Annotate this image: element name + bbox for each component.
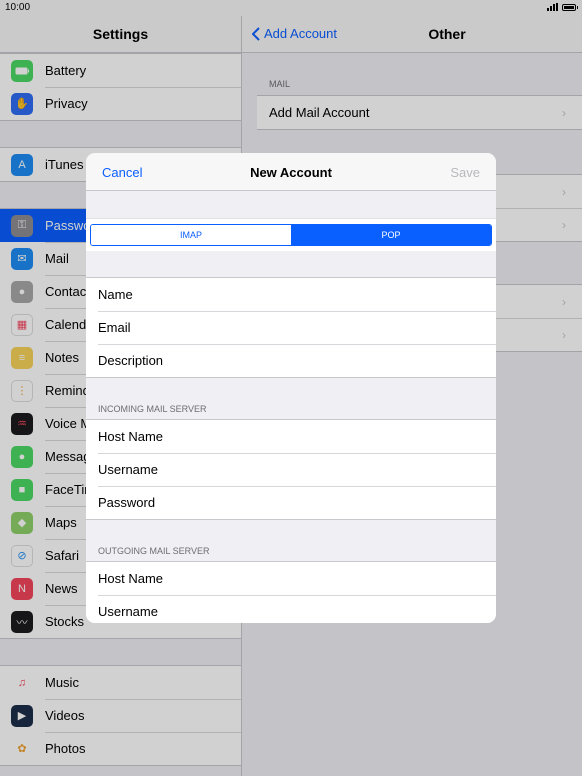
sheet-navbar: Cancel New Account Save (86, 153, 496, 191)
segment-imap[interactable]: IMAP (91, 225, 291, 245)
save-button[interactable]: Save (450, 165, 480, 180)
outgoing-username-field[interactable]: Username (86, 595, 496, 623)
outgoing-server-group: Host Name Username (86, 561, 496, 623)
sheet-title: New Account (250, 165, 332, 180)
outgoing-host-name-field[interactable]: Host Name (86, 562, 496, 595)
incoming-server-group: Host Name Username Password (86, 419, 496, 520)
email-field[interactable]: Email (86, 311, 496, 344)
name-field[interactable]: Name (86, 278, 496, 311)
incoming-server-label: INCOMING MAIL SERVER (98, 404, 207, 414)
protocol-segment-container: IMAP POP (86, 218, 496, 251)
incoming-password-field[interactable]: Password (86, 486, 496, 519)
new-account-sheet: Cancel New Account Save IMAP POP Name Em… (86, 153, 496, 623)
segment-pop[interactable]: POP (291, 225, 491, 245)
outgoing-server-label: OUTGOING MAIL SERVER (98, 546, 210, 556)
protocol-segmented-control: IMAP POP (90, 224, 492, 246)
incoming-host-name-field[interactable]: Host Name (86, 420, 496, 453)
description-field[interactable]: Description (86, 344, 496, 377)
incoming-username-field[interactable]: Username (86, 453, 496, 486)
account-fields-group: Name Email Description (86, 277, 496, 378)
